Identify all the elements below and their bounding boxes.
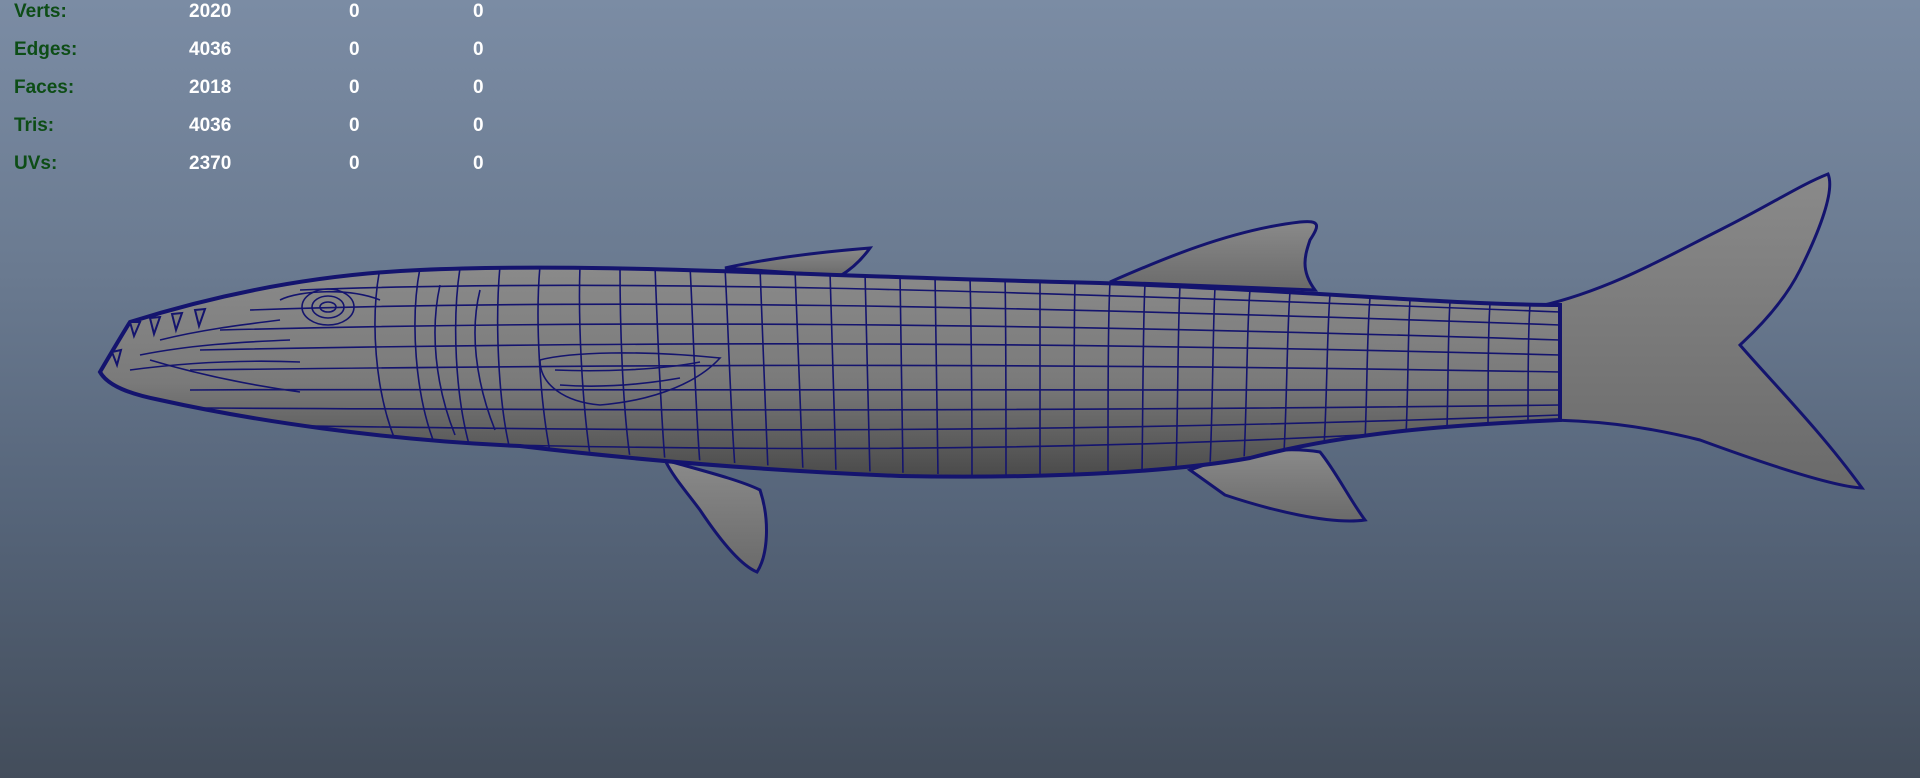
verts-value: 2020 [189, 1, 232, 22]
faces-component: 0 [473, 77, 484, 98]
dorsal-fin-rear [1109, 220, 1319, 292]
uvs-value: 2370 [189, 153, 232, 174]
uvs-component: 0 [473, 153, 484, 174]
3d-viewport[interactable]: Verts: 2020 0 0 Edges: 4036 0 0 Faces: 2… [0, 0, 1920, 778]
edges-label: Edges: [14, 39, 78, 60]
edges-value: 4036 [189, 39, 232, 60]
fish-body [97, 265, 1562, 479]
faces-value: 2018 [189, 77, 232, 98]
uvs-selected: 0 [349, 153, 360, 174]
hud-row-tris: Tris: 4036 0 0 [14, 107, 494, 145]
tail-fin [1538, 172, 1866, 490]
tris-component: 0 [473, 115, 484, 136]
hud-row-edges: Edges: 4036 0 0 [14, 31, 494, 69]
heads-up-display: Verts: 2020 0 0 Edges: 4036 0 0 Faces: 2… [14, 0, 494, 183]
faces-label: Faces: [14, 77, 75, 98]
verts-selected: 0 [349, 1, 360, 22]
verts-component: 0 [473, 1, 484, 22]
pelvic-fin [662, 457, 768, 574]
tris-label: Tris: [14, 115, 55, 136]
hud-row-faces: Faces: 2018 0 0 [14, 69, 494, 107]
tris-selected: 0 [349, 115, 360, 136]
hud-row-uvs: UVs: 2370 0 0 [14, 145, 494, 183]
edges-component: 0 [473, 39, 484, 60]
tris-value: 4036 [189, 115, 232, 136]
faces-selected: 0 [349, 77, 360, 98]
verts-label: Verts: [14, 1, 67, 22]
uvs-label: UVs: [14, 153, 58, 174]
edges-selected: 0 [349, 39, 360, 60]
hud-row-verts: Verts: 2020 0 0 [14, 0, 494, 31]
